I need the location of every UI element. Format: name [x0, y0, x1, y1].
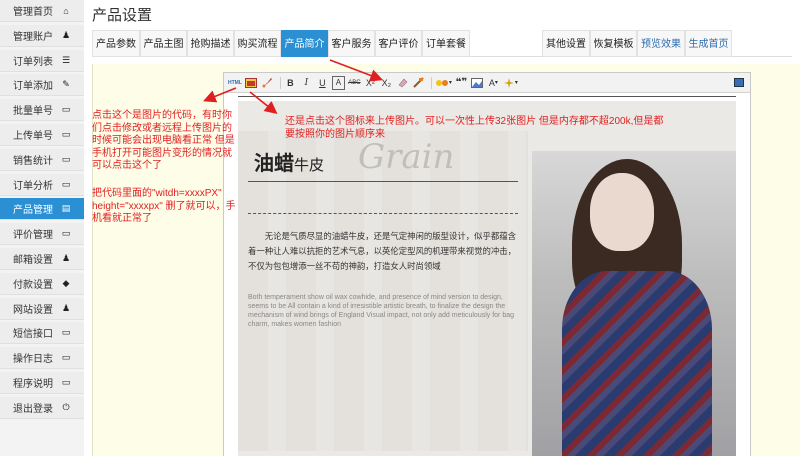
- underline-button[interactable]: U: [316, 76, 329, 90]
- sidebar-item-order-add[interactable]: 订单添加 ✎: [0, 74, 84, 97]
- annotation-html-code: 点击这个是图片的代码，有时你们点击修改或者远程上传图片的时候可能会出现电脑看正常…: [92, 110, 235, 171]
- editor-toolbar: HTML B I U A ABC X² X₂ ▾ ❝❞ A ▾ ▾: [224, 73, 750, 93]
- window-icon: ▭: [61, 178, 71, 189]
- insert-image-button[interactable]: [471, 76, 484, 90]
- list-icon: ☰: [61, 54, 71, 65]
- tab-flash-sale-desc[interactable]: 抢购描述: [187, 30, 234, 57]
- font-size-button[interactable]: A ▾: [487, 76, 500, 90]
- annotation-remove-size: 把代码里面的"witdh=xxxxPX" height="xxxxpx" 删了就…: [92, 188, 236, 224]
- emoticon-icon: [435, 79, 448, 86]
- fullscreen-icon[interactable]: [734, 78, 744, 87]
- eraser-button[interactable]: [396, 76, 409, 90]
- sidebar-item-logout[interactable]: 退出登录 ⏻: [0, 396, 84, 419]
- strikethrough-button[interactable]: ABC: [348, 76, 361, 90]
- window-icon: ▭: [61, 128, 71, 139]
- paint-button[interactable]: [412, 76, 425, 90]
- sidebar-item-review-manage[interactable]: 评价管理 ▭: [0, 223, 84, 246]
- tab-purchase-flow[interactable]: 购买流程: [234, 30, 281, 57]
- divider: [248, 181, 518, 182]
- user-icon: ♟: [61, 302, 71, 313]
- quote-button[interactable]: ❝❞: [455, 76, 468, 90]
- product-title: 油蜡牛皮: [254, 153, 325, 175]
- user-icon: ♟: [61, 29, 71, 40]
- english-description: Both temperament show oil wax cowhide, a…: [248, 294, 515, 328]
- brush-icon: [262, 78, 272, 88]
- tab-customer-reviews[interactable]: 客户评价: [375, 30, 422, 57]
- page-title: 产品设置: [92, 7, 153, 24]
- annotation-upload-image: 还是点击这个图标来上传图片。可以一次性上传32张图片 但是内存都不超200k,但…: [285, 116, 664, 140]
- image-upload-button[interactable]: [245, 76, 258, 90]
- sidebar-item-order-analysis[interactable]: 订单分析 ▭: [0, 173, 84, 196]
- tab-product-params[interactable]: 产品参数: [92, 30, 140, 57]
- toolbar-separator: [279, 76, 281, 89]
- edit-icon: ✎: [62, 79, 70, 90]
- app-window: 管理首页 ⌂ 管理账户 ♟ 订单列表 ☰ 订单添加 ✎ 批量单号 ▭ 上传单号 ▭ 销售统计…: [0, 0, 800, 456]
- main-panel: 产品设置 产品参数 产品主图 抢购描述 购买流程 产品简介 客户服务 客户评价 …: [84, 0, 800, 456]
- sidebar-item-payment-settings[interactable]: 付款设置 ◆: [0, 272, 84, 295]
- html-source-button[interactable]: HTML: [228, 76, 242, 90]
- subscript-button[interactable]: X₂: [380, 76, 393, 90]
- emoticon-button[interactable]: ▾: [435, 76, 452, 90]
- window-icon: ▭: [61, 228, 71, 239]
- special-char-button[interactable]: ▾: [503, 76, 518, 90]
- sidebar-item-mail-settings[interactable]: 邮箱设置 ♟: [0, 247, 84, 270]
- box-icon: ▤: [61, 203, 71, 214]
- sidebar-item-site-settings[interactable]: 网站设置 ♟: [0, 297, 84, 320]
- window-icon: ▭: [61, 153, 71, 164]
- background-architecture-image: [238, 131, 528, 451]
- tab-order-packages[interactable]: 订单套餐: [422, 30, 470, 57]
- sidebar-item-order-list[interactable]: 订单列表 ☰: [0, 49, 84, 72]
- sidebar-item-upload-number[interactable]: 上传单号 ▭: [0, 123, 84, 146]
- font-color-button[interactable]: A: [331, 75, 345, 90]
- home-icon: ⌂: [63, 5, 69, 16]
- paint-icon: [413, 77, 424, 88]
- window-icon: ▭: [61, 376, 71, 387]
- tab-customer-service[interactable]: 客户服务: [328, 30, 375, 57]
- decorative-script-text: Grain: [358, 137, 455, 177]
- sidebar: 管理首页 ⌂ 管理账户 ♟ 订单列表 ☰ 订单添加 ✎ 批量单号 ▭ 上传单号 ▭ 销售统计…: [0, 0, 84, 456]
- divider: [238, 96, 736, 97]
- product-description-preview: Grain 油蜡牛皮 无论是气质尽显的油蜡牛皮，还是气定神闲的版型设计，似乎都蕴…: [238, 101, 736, 456]
- users-icon: ♟: [61, 252, 71, 263]
- model-photo: [532, 151, 736, 456]
- sidebar-item-batch-number[interactable]: 批量单号 ▭: [0, 99, 84, 122]
- sidebar-item-program-info[interactable]: 程序说明 ▭: [0, 371, 84, 394]
- window-icon: ▭: [61, 327, 71, 338]
- sidebar-item-sales-stats[interactable]: 销售统计 ▭: [0, 148, 84, 171]
- chinese-description: 无论是气质尽显的油蜡牛皮，还是气定神闲的版型设计，似乎都蕴含着一种让人难以抗拒的…: [248, 231, 517, 271]
- italic-button[interactable]: I: [300, 76, 313, 90]
- tab-bar: 产品参数 产品主图 抢购描述 购买流程 产品简介 客户服务 客户评价 订单套餐 …: [92, 30, 792, 57]
- window-icon: ▭: [61, 352, 71, 363]
- sidebar-item-home[interactable]: 管理首页 ⌂: [0, 0, 84, 22]
- sidebar-item-operation-log[interactable]: 操作日志 ▭: [0, 347, 84, 370]
- dashed-divider: [248, 213, 518, 214]
- sidebar-item-account[interactable]: 管理账户 ♟: [0, 24, 84, 47]
- sidebar-item-sms-api[interactable]: 短信接口 ▭: [0, 322, 84, 345]
- tab-generate-home[interactable]: 生成首页: [685, 30, 732, 57]
- sidebar-item-product-manage[interactable]: 产品管理 ▤: [0, 198, 84, 221]
- brush-button[interactable]: [261, 76, 274, 90]
- tag-icon: ◆: [62, 277, 70, 288]
- picture-icon: [471, 77, 484, 88]
- power-icon: ⏻: [62, 401, 70, 412]
- image-icon: [245, 77, 258, 88]
- tab-restore-template[interactable]: 恢复模板: [590, 30, 637, 57]
- tab-other-settings[interactable]: 其他设置: [542, 30, 590, 57]
- superscript-button[interactable]: X²: [364, 76, 377, 90]
- sparkle-icon: [503, 77, 514, 88]
- tab-preview[interactable]: 预览效果: [637, 30, 685, 57]
- toolbar-separator: [430, 76, 432, 89]
- window-icon: ▭: [61, 104, 71, 115]
- tab-product-intro[interactable]: 产品简介: [281, 30, 328, 57]
- tab-product-main-image[interactable]: 产品主图: [140, 30, 187, 57]
- eraser-icon: [398, 78, 408, 88]
- bold-button[interactable]: B: [284, 76, 297, 90]
